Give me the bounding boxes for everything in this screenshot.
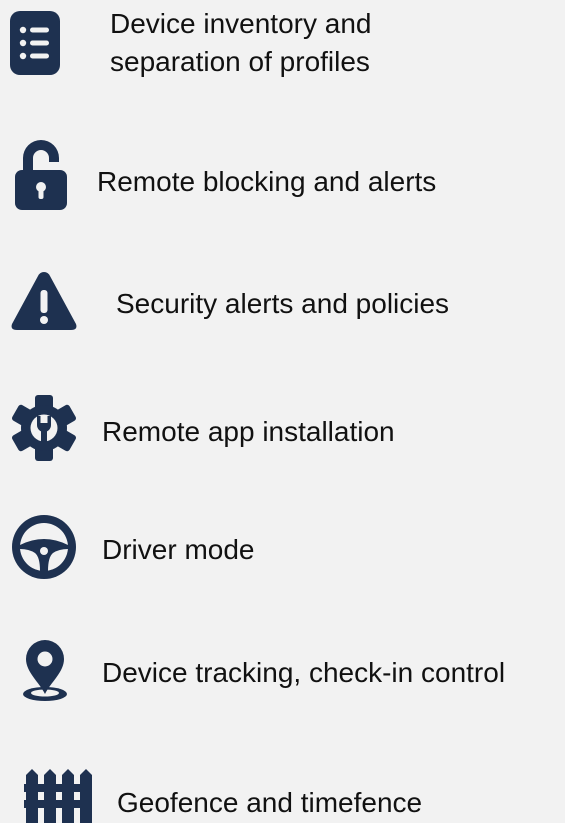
feature-label: Geofence and timefence (117, 787, 423, 818)
warning-triangle-icon (10, 270, 78, 332)
feature-label: Remote blocking and alerts (97, 166, 437, 197)
feature-label-line-1: Device inventory and (110, 8, 372, 39)
feature-label: Device tracking, check-in control (102, 657, 506, 688)
feature-label: Remote app installation (102, 416, 395, 447)
steering-wheel-icon (11, 513, 77, 581)
feature-remote-app-installation: Remote app installation (0, 390, 565, 470)
feature-label-line-2: separation of profiles (110, 46, 370, 77)
list-icon (10, 11, 60, 75)
fence-icon (24, 767, 92, 823)
feature-device-tracking: Device tracking, check-in control (0, 635, 565, 725)
feature-geofence: Geofence and timefence (0, 760, 565, 823)
feature-label: Security alerts and policies (116, 288, 450, 319)
feature-label: Device inventory and separation of profi… (110, 5, 371, 81)
feature-device-inventory: Device inventory and separation of profi… (0, 0, 565, 110)
gear-wrench-icon (11, 394, 77, 462)
feature-label: Driver mode (102, 534, 255, 565)
map-pin-icon (21, 638, 69, 702)
feature-security-alerts: Security alerts and policies (0, 260, 565, 350)
unlocked-padlock-icon (13, 136, 69, 212)
feature-driver-mode: Driver mode (0, 505, 565, 595)
feature-remote-blocking: Remote blocking and alerts (0, 130, 565, 220)
